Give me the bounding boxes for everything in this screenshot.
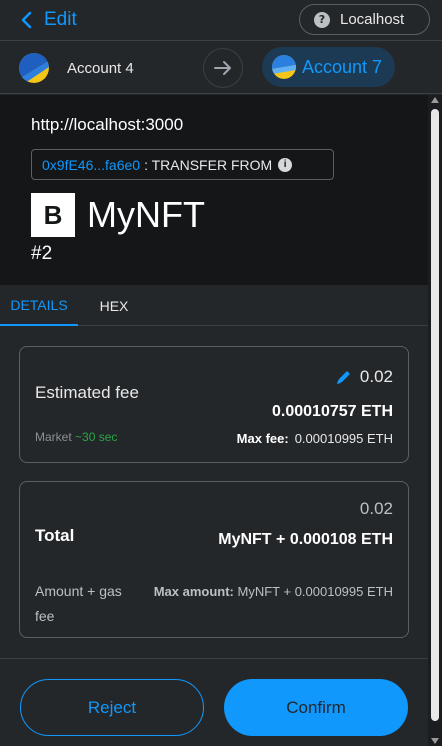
total-card: 0.02 Total MyNFT + 0.000108 ETH Amount +… xyxy=(19,481,409,638)
arrow-right-icon xyxy=(214,61,231,75)
method-name: : TRANSFER FROM xyxy=(144,156,273,173)
transaction-summary: http://localhost:3000 xyxy=(0,95,442,285)
to-account[interactable]: Account 7 xyxy=(262,47,395,87)
network-label: Localhost xyxy=(340,11,405,28)
scroll-up-icon[interactable] xyxy=(431,97,439,103)
account-avatar-icon xyxy=(272,55,296,79)
estimated-fee-label: Estimated fee xyxy=(35,383,139,402)
scrollbar-thumb[interactable] xyxy=(431,109,439,721)
scrollbar[interactable] xyxy=(428,95,442,746)
tab-details[interactable]: DETAILS xyxy=(0,285,78,326)
fee-eth-value: 0.00010757 ETH xyxy=(272,403,393,420)
pencil-icon xyxy=(336,371,350,384)
question-icon: ? xyxy=(314,11,330,28)
confirm-button[interactable]: Confirm xyxy=(224,679,408,736)
max-fee: Max fee: 0.00010995 ETH xyxy=(237,431,393,446)
chevron-left-icon xyxy=(21,11,32,29)
top-bar: Edit ? Localhost xyxy=(0,0,442,40)
total-fiat-value: 0.02 xyxy=(359,499,393,518)
max-amount-label: Max amount: xyxy=(153,584,234,599)
info-icon[interactable]: i xyxy=(278,157,293,172)
max-fee-value: 0.00010995 ETH xyxy=(294,431,393,446)
contract-address-link[interactable]: 0x9fE46...fa6e0 xyxy=(42,157,140,173)
tab-bar: DETAILS HEX xyxy=(0,285,442,326)
network-selector[interactable]: ? Localhost xyxy=(299,4,430,35)
nft-token-id: #2 xyxy=(31,243,53,264)
fee-fiat-value: 0.02 xyxy=(359,367,393,386)
tab-hex[interactable]: HEX xyxy=(78,285,150,326)
amount-gas-label: Amount + gas fee xyxy=(35,583,122,624)
max-amount: Max amount: MyNFT + 0.00010995 ETH xyxy=(143,579,393,604)
max-amount-value: MyNFT + 0.00010995 ETH xyxy=(237,584,393,599)
market-speed: Market ~30 sec xyxy=(35,430,117,444)
back-button[interactable]: Edit xyxy=(20,8,77,32)
reject-button[interactable]: Reject xyxy=(20,679,204,736)
max-fee-label: Max fee: xyxy=(236,431,289,446)
nft-name: MyNFT xyxy=(87,194,205,235)
account-avatar-icon xyxy=(19,53,49,83)
from-account[interactable]: Account 4 xyxy=(19,53,134,83)
estimated-fee-card: Estimated fee 0.02 0.00010757 ETH Market… xyxy=(19,346,409,463)
footer-actions: Reject Confirm xyxy=(0,658,442,746)
total-value: MyNFT + 0.000108 ETH xyxy=(218,531,393,548)
account-bar: Account 4 Account 7 xyxy=(0,40,442,94)
edit-fee-button[interactable]: 0.02 xyxy=(336,367,393,387)
scroll-down-icon[interactable] xyxy=(431,738,439,744)
nft-logo: B xyxy=(31,193,75,237)
nft-title-row: B MyNFT xyxy=(31,193,205,237)
contract-method-pill: 0x9fE46...fa6e0 : TRANSFER FROM i xyxy=(31,149,334,180)
origin-url: http://localhost:3000 xyxy=(31,115,184,134)
market-time: ~30 sec xyxy=(75,430,118,444)
from-account-name: Account 4 xyxy=(67,59,134,77)
transfer-direction xyxy=(203,48,243,88)
total-label: Total xyxy=(35,526,75,545)
back-label: Edit xyxy=(44,9,77,30)
to-account-name: Account 7 xyxy=(302,56,383,77)
market-label: Market xyxy=(35,430,72,444)
